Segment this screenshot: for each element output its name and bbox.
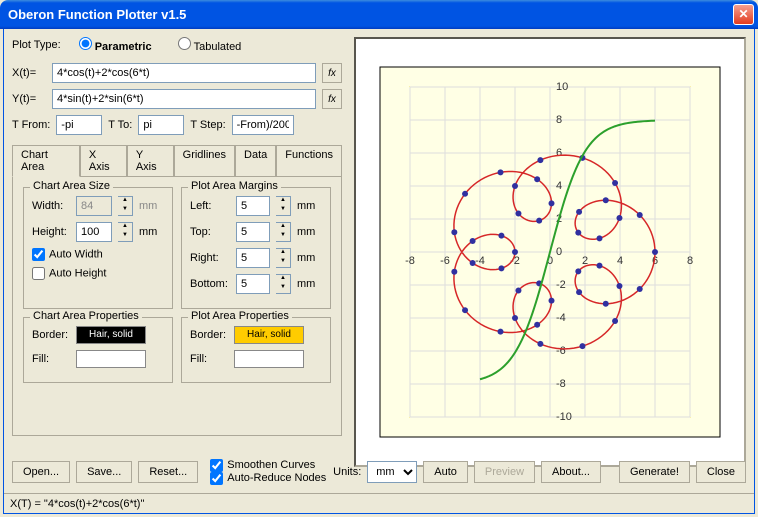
height-down[interactable]: ▼: [118, 232, 132, 241]
tab-gridlines[interactable]: Gridlines: [174, 145, 235, 176]
autoreduce-check[interactable]: Auto-Reduce Nodes: [210, 472, 326, 484]
width-label: Width:: [32, 200, 70, 212]
save-button[interactable]: Save...: [76, 461, 132, 483]
tfrom-label: T From:: [12, 119, 50, 131]
tab-x-axis[interactable]: X Axis: [80, 145, 127, 176]
plot-props-title: Plot Area Properties: [188, 310, 292, 322]
plot-border-swatch[interactable]: Hair, solid: [234, 326, 304, 344]
width-unit: mm: [139, 200, 157, 212]
window-title: Oberon Function Plotter v1.5: [8, 7, 733, 22]
svg-text:-10: -10: [556, 411, 572, 423]
fx-button-y[interactable]: fx: [322, 89, 342, 109]
tstep-label: T Step:: [190, 119, 225, 131]
generate-button[interactable]: Generate!: [619, 461, 690, 483]
radio-tabulated[interactable]: Tabulated: [178, 37, 242, 53]
chart-border-swatch[interactable]: Hair, solid: [76, 326, 146, 344]
left-label: Left:: [190, 200, 230, 212]
chart-border-label: Border:: [32, 329, 70, 341]
yt-input[interactable]: [52, 89, 316, 109]
top-label: Top:: [190, 226, 230, 238]
units-select[interactable]: mm: [367, 461, 417, 483]
svg-text:-6: -6: [440, 255, 450, 267]
auto-height-check[interactable]: Auto Height: [32, 267, 106, 280]
svg-text:-8: -8: [556, 378, 566, 390]
tto-label: T To:: [108, 119, 132, 131]
chart-fill-swatch[interactable]: [76, 350, 146, 368]
open-button[interactable]: Open...: [12, 461, 70, 483]
tstep-input[interactable]: [232, 115, 294, 135]
svg-text:-2: -2: [556, 279, 566, 291]
height-label: Height:: [32, 226, 70, 238]
plot-border-label: Border:: [190, 329, 228, 341]
tab-functions[interactable]: Functions: [276, 145, 342, 176]
units-label: Units:: [333, 466, 361, 478]
width-down: ▼: [118, 206, 132, 215]
plot-fill-label: Fill:: [190, 353, 228, 365]
svg-text:4: 4: [556, 180, 562, 192]
right-input[interactable]: [236, 248, 270, 268]
tto-input[interactable]: [138, 115, 184, 135]
close-icon[interactable]: ✕: [733, 4, 754, 25]
svg-text:-8: -8: [405, 255, 415, 267]
chart-props-title: Chart Area Properties: [30, 310, 142, 322]
preview-button: Preview: [474, 461, 535, 483]
bottom-input[interactable]: [236, 274, 270, 294]
tab-chart-area[interactable]: Chart Area: [12, 145, 80, 177]
xt-input[interactable]: [52, 63, 316, 83]
svg-text:8: 8: [556, 114, 562, 126]
chart-svg: -8-6-4-202468-10-8-6-4-20246810: [370, 57, 730, 447]
svg-text:10: 10: [556, 81, 568, 93]
svg-text:0: 0: [556, 246, 562, 258]
tab-data[interactable]: Data: [235, 145, 276, 176]
tab-y-axis[interactable]: Y Axis: [127, 145, 174, 176]
plot-margins-title: Plot Area Margins: [188, 180, 281, 192]
tfrom-input[interactable]: [56, 115, 102, 135]
svg-text:-6: -6: [556, 345, 566, 357]
top-input[interactable]: [236, 222, 270, 242]
yt-label: Y(t)=: [12, 93, 46, 105]
chart-area-size-title: Chart Area Size: [30, 180, 113, 192]
status-bar: X(T) = "4*cos(t)+2*cos(6*t)": [4, 493, 754, 513]
radio-parametric[interactable]: Parametric: [79, 37, 152, 53]
height-unit: mm: [139, 226, 157, 238]
svg-text:6: 6: [556, 147, 562, 159]
svg-text:4: 4: [617, 255, 623, 267]
plot-type-label: Plot Type:: [12, 39, 61, 51]
chart-fill-label: Fill:: [32, 353, 70, 365]
height-input[interactable]: [76, 222, 112, 242]
plot-preview: -8-6-4-202468-10-8-6-4-20246810: [354, 37, 746, 467]
plot-fill-swatch[interactable]: [234, 350, 304, 368]
reset-button[interactable]: Reset...: [138, 461, 198, 483]
left-input[interactable]: [236, 196, 270, 216]
height-up[interactable]: ▲: [118, 223, 132, 232]
about-button[interactable]: About...: [541, 461, 601, 483]
fx-button-x[interactable]: fx: [322, 63, 342, 83]
right-label: Right:: [190, 252, 230, 264]
xt-label: X(t)=: [12, 67, 46, 79]
bottom-label: Bottom:: [190, 278, 230, 290]
width-input: [76, 196, 112, 216]
auto-width-check[interactable]: Auto Width: [32, 248, 103, 261]
svg-text:-4: -4: [556, 312, 566, 324]
smoothen-check[interactable]: Smoothen Curves: [210, 459, 315, 471]
width-up: ▲: [118, 197, 132, 206]
close-button[interactable]: Close: [696, 461, 746, 483]
svg-text:8: 8: [687, 255, 693, 267]
auto-button[interactable]: Auto: [423, 461, 468, 483]
